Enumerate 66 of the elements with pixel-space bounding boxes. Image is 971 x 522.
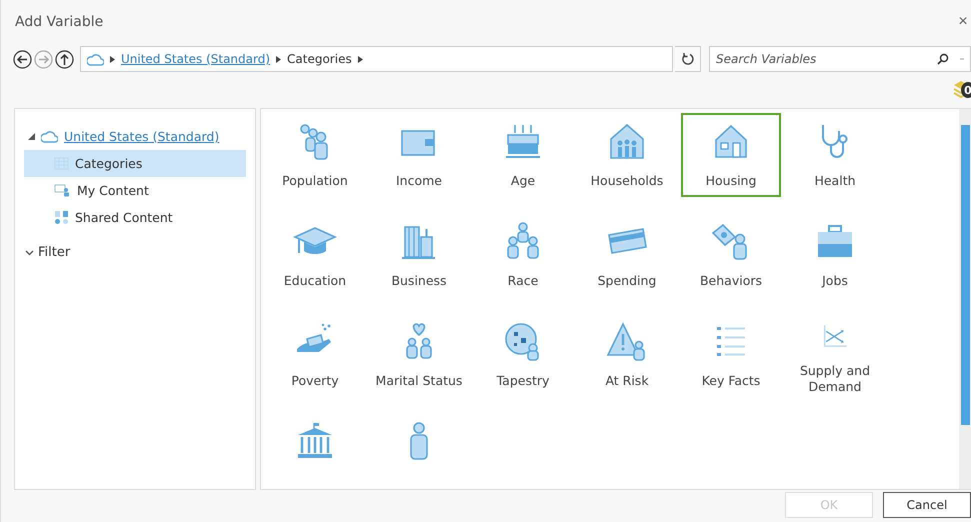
category-label: Supply and Demand <box>798 362 872 395</box>
up-button[interactable] <box>55 50 74 68</box>
category-label: Income <box>396 173 442 190</box>
breadcrumb-link[interactable]: United States (Standard) <box>121 52 270 66</box>
category-label: Marital Status <box>376 373 462 390</box>
search-field[interactable]: Search Variables <box>709 46 971 72</box>
selection-badge[interactable]: 0 <box>953 80 971 102</box>
breadcrumb-arrow-icon <box>110 56 115 62</box>
category-label: Jobs <box>822 273 848 290</box>
breadcrumb-arrow-icon <box>276 56 282 62</box>
category-label: Key Facts <box>702 373 760 390</box>
layers-person-icon <box>54 184 71 197</box>
category-tile[interactable]: Population <box>265 113 365 197</box>
category-label: Behaviors <box>700 273 762 290</box>
category-label: Age <box>510 173 536 190</box>
category-label: Tapestry <box>496 373 550 390</box>
selected-category-tile[interactable]: Housing <box>681 113 781 197</box>
cloud-icon <box>87 52 104 66</box>
category-tile[interactable]: Marital Status <box>369 313 469 397</box>
scrollbar-thumb[interactable] <box>960 125 970 425</box>
category-label: Housing <box>706 173 756 190</box>
category-label: Race <box>508 273 538 290</box>
category-tile[interactable]: Education <box>265 213 365 297</box>
category-tile[interactable]: Supply and Demand <box>785 313 885 397</box>
cancel-button[interactable]: Cancel <box>883 492 971 518</box>
category-tile[interactable]: Key Facts <box>681 313 781 397</box>
category-tile[interactable]: Income <box>369 113 469 197</box>
category-tile[interactable]: At Risk <box>577 313 677 397</box>
category-tile[interactable]: Households <box>577 113 677 197</box>
tree-item[interactable]: Categories <box>75 156 142 171</box>
category-label: Households <box>590 173 664 190</box>
chevron-down-icon[interactable] <box>25 250 34 256</box>
shared-people-icon <box>54 210 69 225</box>
back-button[interactable] <box>13 50 32 68</box>
category-tile[interactable]: Age <box>473 113 573 197</box>
tree-link[interactable]: United States (Standard) <box>64 129 220 144</box>
tree-item[interactable]: My Content <box>77 183 149 198</box>
category-tile[interactable]: Jobs <box>785 213 885 297</box>
category-tile[interactable]: Poverty <box>265 313 365 397</box>
category-label: Health <box>814 173 856 190</box>
selected-tree-row[interactable]: Categories <box>24 150 246 177</box>
category-label: Business <box>391 273 447 290</box>
refresh-button[interactable] <box>675 46 701 72</box>
close-button[interactable]: × <box>955 13 971 31</box>
cloud-icon <box>41 130 58 143</box>
category-tile[interactable]: Tapestry <box>473 313 573 397</box>
search-icon[interactable] <box>937 53 949 65</box>
tree-item[interactable]: Shared Content <box>75 210 173 225</box>
refresh-icon <box>680 52 694 66</box>
breadcrumb-item[interactable]: Categories <box>287 52 352 66</box>
category-label: Population <box>282 173 348 190</box>
category-tile[interactable]: Business <box>369 213 469 297</box>
expand-arrow-icon[interactable] <box>28 133 35 140</box>
category-label: Education <box>284 273 346 290</box>
category-label: At Risk <box>605 373 649 390</box>
breadcrumb-arrow-icon <box>358 56 363 62</box>
category-tile[interactable]: Spending <box>577 213 677 297</box>
filter-label[interactable]: Filter <box>38 245 70 260</box>
scrollbar[interactable] <box>959 109 971 489</box>
window-title: Add Variable <box>15 14 104 30</box>
category-label: Spending <box>598 273 656 290</box>
category-tile[interactable]: Health <box>785 113 885 197</box>
category-tile[interactable]: Race <box>473 213 573 297</box>
category-label: Poverty <box>291 373 339 390</box>
selection-count: 0 <box>961 82 971 98</box>
category-tile[interactable]: Behaviors <box>681 213 781 297</box>
